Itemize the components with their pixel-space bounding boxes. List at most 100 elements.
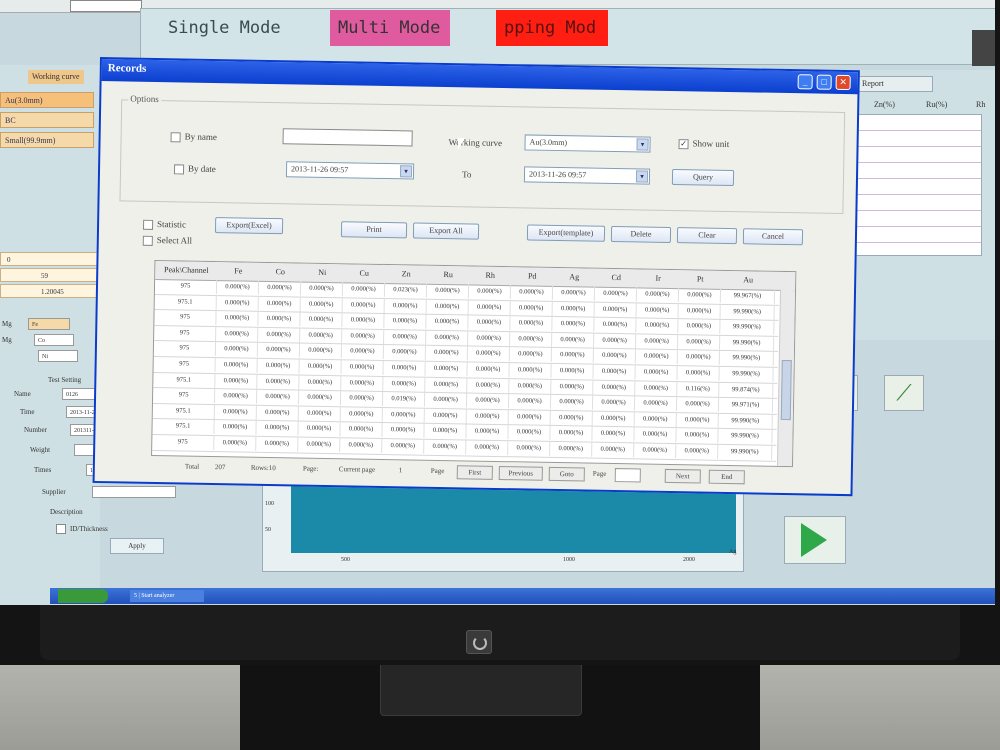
table-cell: 0.000(%) [468, 315, 511, 331]
column-header[interactable]: Ru [427, 266, 469, 285]
name-search-input[interactable] [282, 128, 413, 147]
export-excel-button[interactable]: Export(Excel) [214, 217, 284, 235]
column-header[interactable]: Pt [679, 270, 721, 289]
apply-button[interactable]: Apply [110, 538, 164, 554]
thickness-label: ID/Thickness [70, 525, 108, 533]
thickness-checkbox[interactable] [56, 524, 66, 534]
x-tick-2000: 2000 [683, 557, 695, 563]
chevron-down-icon: ▾ [635, 170, 649, 183]
table-cell: 0.000(%) [298, 390, 342, 406]
column-header[interactable]: Ni [301, 264, 343, 283]
table-cell: 0.000(%) [426, 314, 469, 330]
column-header[interactable]: Rh [469, 266, 511, 285]
printer-icon[interactable] [972, 30, 995, 66]
column-header[interactable]: Au [721, 271, 775, 290]
mapping-mode-tab[interactable]: pping Mod [496, 10, 608, 46]
element-select-3[interactable]: Ni [38, 350, 78, 362]
select-all-checkbox[interactable] [142, 235, 153, 246]
column-header[interactable]: Peak\Channel [155, 261, 217, 280]
cancel-button[interactable]: Cancel [742, 228, 804, 246]
goto-button[interactable]: Goto [548, 466, 585, 482]
curve-item-3[interactable]: Small(99.9mm) [0, 132, 94, 148]
delete-button[interactable]: Delete [610, 225, 672, 243]
test-setting-title: Test Setting [48, 376, 82, 384]
table-cell: 0.000(%) [214, 436, 257, 451]
column-header[interactable]: Zn [385, 265, 427, 284]
column-header[interactable]: Ag [553, 268, 595, 287]
working-curve-tab[interactable]: Working curve [28, 70, 84, 84]
previous-page-button[interactable]: Previous [498, 466, 543, 481]
table-cell: 0.000(%) [466, 424, 509, 440]
close-icon[interactable]: ✕ [835, 74, 851, 91]
column-header[interactable]: Pd [511, 267, 553, 286]
scrollbar-thumb[interactable] [780, 359, 792, 421]
table-cell: 0.000(%) [299, 343, 343, 359]
table-cell: 0.000(%) [258, 280, 302, 296]
date-from-picker[interactable]: 2013-11-26 09:57 ▾ [285, 161, 415, 180]
page-label-2: Page [430, 466, 445, 476]
show-unit-checkbox[interactable]: ✓ [678, 139, 689, 150]
by-name-checkbox[interactable] [170, 132, 181, 143]
maximize-icon[interactable]: □ [816, 74, 832, 90]
statistic-checkbox[interactable] [142, 219, 154, 230]
print-button[interactable]: Print [340, 221, 408, 239]
column-header[interactable]: Cu [343, 264, 385, 283]
start-button[interactable] [58, 589, 108, 603]
multi-mode-tab[interactable]: Multi Mode [330, 10, 450, 46]
table-cell: 0.000(%) [215, 373, 258, 389]
column-header[interactable]: Fe [217, 262, 259, 281]
table-cell: 975.1 [152, 419, 215, 435]
column-header[interactable]: Cd [595, 269, 637, 288]
time-label: Time [20, 408, 35, 416]
table-cell: 0.019(%) [382, 392, 426, 407]
minimize-icon[interactable]: _ [797, 74, 813, 90]
column-header[interactable]: Ir [637, 269, 679, 288]
x-unit-label: Ag [729, 549, 737, 555]
table-cell: 0.000(%) [256, 389, 300, 405]
curve-item-2[interactable]: BC [0, 112, 94, 128]
start-test-button[interactable] [784, 516, 846, 564]
table-cell: 975 [153, 356, 216, 373]
query-button[interactable]: Query [671, 169, 735, 187]
power-icon[interactable] [466, 630, 492, 654]
table-cell: 0.000(%) [678, 288, 722, 303]
column-header[interactable]: Co [259, 263, 301, 282]
next-page-button[interactable]: Next [664, 468, 701, 484]
calibrate-icon[interactable]: ⟋ [884, 375, 924, 411]
vertical-scrollbar[interactable] [776, 289, 796, 467]
export-all-button[interactable]: Export All [412, 222, 480, 240]
table-cell: 0.000(%) [383, 345, 427, 361]
table-cell: 0.000(%) [466, 393, 510, 409]
report-tab[interactable]: Report [855, 76, 933, 92]
table-cell: 0.000(%) [636, 287, 680, 303]
end-page-button[interactable]: End [708, 469, 745, 485]
first-page-button[interactable]: First [456, 465, 493, 480]
table-cell: 975.1 [153, 372, 216, 388]
clear-button[interactable]: Clear [676, 227, 738, 245]
table-cell: 0.000(%) [258, 327, 301, 343]
monitor-stand-neck [380, 660, 582, 716]
table-cell: 0.000(%) [678, 319, 721, 335]
goto-page-input[interactable] [614, 468, 641, 483]
table-cell: 0.000(%) [341, 344, 385, 360]
table-cell: 0.000(%) [341, 360, 384, 375]
supplier-select[interactable] [92, 486, 176, 498]
export-template-button[interactable]: Export(template) [526, 224, 606, 242]
by-date-checkbox[interactable] [173, 164, 185, 175]
rows-label: Rows:10 [250, 463, 276, 473]
table-cell: 0.000(%) [342, 313, 385, 329]
report-header-rh: Rh [976, 100, 986, 109]
table-cell: 0.000(%) [425, 361, 468, 377]
curve-item-1[interactable]: Au(3.0mm) [0, 92, 94, 108]
table-cell: 0.000(%) [677, 350, 720, 366]
date-to-picker[interactable]: 2013-11-26 09:57 ▾ [523, 166, 651, 185]
table-cell: 0.000(%) [257, 358, 300, 374]
element-select-1[interactable]: Fe [28, 318, 70, 330]
single-mode-tab[interactable]: Single Mode [160, 10, 289, 46]
table-cell: 0.000(%) [635, 380, 678, 396]
taskbar-app[interactable]: 5 | Start analyzer [130, 590, 204, 602]
screen: Single Mode Multi Mode pping Mod Working… [0, 0, 995, 605]
supplier-label: Supplier [42, 488, 66, 496]
working-curve-select[interactable]: Au(3.0mm) ▾ [524, 134, 651, 153]
element-select-2[interactable]: Co [34, 334, 74, 346]
